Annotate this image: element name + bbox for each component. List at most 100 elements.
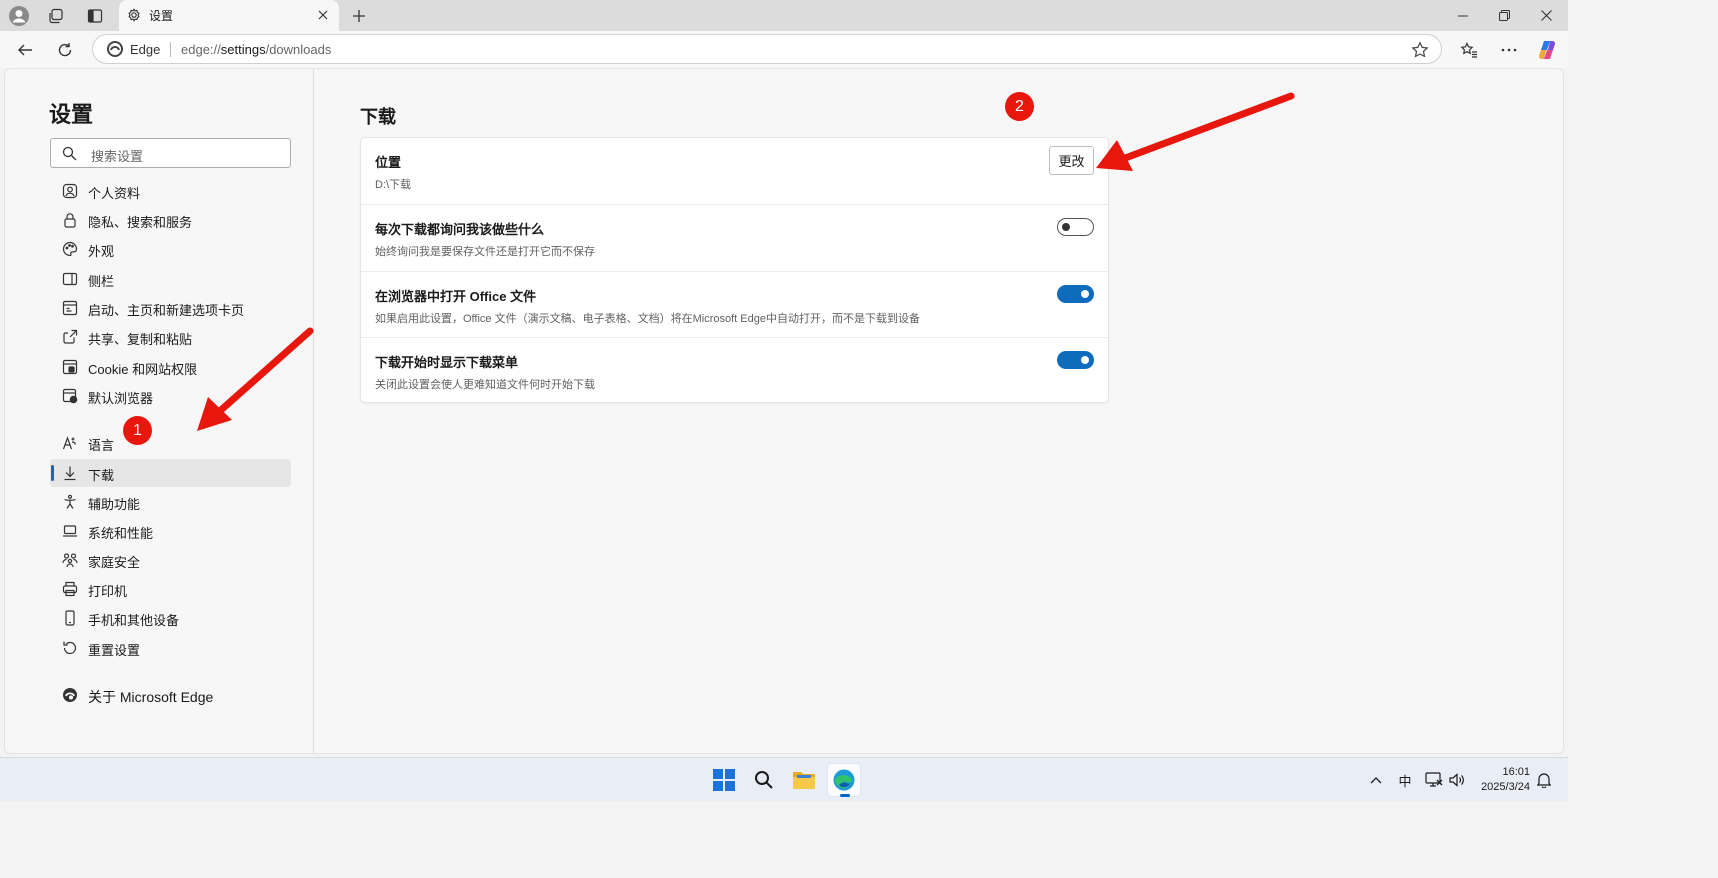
sidebar-item-share[interactable]: 共享、复制和粘贴 bbox=[50, 323, 291, 351]
address-separator bbox=[170, 42, 171, 57]
new-tab-button[interactable] bbox=[346, 3, 372, 29]
edge-logo-icon bbox=[62, 687, 78, 703]
sidebar-item-downloads[interactable]: 下载 bbox=[50, 459, 291, 487]
system-clock[interactable]: 16:01 2025/3/24 bbox=[1481, 765, 1530, 795]
sidebar-item-label: 共享、复制和粘贴 bbox=[88, 332, 193, 347]
show-downloads-menu-toggle[interactable] bbox=[1057, 351, 1094, 369]
gear-icon bbox=[127, 8, 141, 22]
tab-title: 设置 bbox=[149, 9, 174, 23]
start-menu-icon[interactable] bbox=[707, 763, 741, 797]
refresh-icon[interactable] bbox=[51, 36, 79, 64]
file-explorer-icon[interactable] bbox=[787, 763, 821, 797]
sidebar-item-profile[interactable]: 个人资料 bbox=[50, 177, 291, 205]
sidebar-item-label: Cookie 和网站权限 bbox=[88, 362, 198, 377]
sidebar-item-about[interactable]: 关于 Microsoft Edge bbox=[50, 681, 291, 709]
reset-icon bbox=[62, 640, 78, 656]
site-identity-label: Edge bbox=[130, 42, 161, 57]
setting-description: 关闭此设置会使人更难知道文件何时开始下载 bbox=[375, 379, 595, 391]
clock-time: 16:01 bbox=[1502, 766, 1530, 778]
sidebar-item-label: 辅助功能 bbox=[88, 497, 141, 512]
sidebar-item-printers[interactable]: 打印机 bbox=[50, 575, 291, 603]
accessibility-icon bbox=[62, 494, 78, 510]
sidebar-item-phone[interactable]: 手机和其他设备 bbox=[50, 604, 291, 632]
settings-page: 设置 搜索设置 个人资料 隐私、搜索和服务 外观 侧栏 启动、主页和新建选项卡页 bbox=[4, 68, 1564, 754]
share-icon bbox=[62, 329, 78, 345]
sidebar-title: 设置 bbox=[49, 102, 94, 127]
sidebar-item-privacy[interactable]: 隐私、搜索和服务 bbox=[50, 206, 291, 234]
notification-bell-icon[interactable] bbox=[1534, 770, 1554, 790]
tray-overflow-chevron-icon[interactable] bbox=[1366, 770, 1386, 790]
open-office-files-toggle[interactable] bbox=[1057, 285, 1094, 303]
copilot-icon[interactable] bbox=[1533, 36, 1561, 64]
tab-settings[interactable]: 设置 bbox=[119, 0, 339, 31]
setting-title: 在浏览器中打开 Office 文件 bbox=[375, 289, 537, 304]
sidebar-item-label: 重置设置 bbox=[88, 643, 141, 658]
laptop-icon bbox=[62, 523, 78, 539]
sidebar-item-accessibility[interactable]: 辅助功能 bbox=[50, 488, 291, 516]
url-path: /downloads bbox=[265, 42, 332, 57]
favorites-icon[interactable] bbox=[1455, 36, 1483, 64]
windows-taskbar: 中 16:01 2025/3/24 bbox=[0, 757, 1568, 801]
close-tab-icon[interactable] bbox=[315, 7, 331, 23]
setting-title: 下载开始时显示下载菜单 bbox=[375, 355, 519, 370]
workspaces-icon[interactable] bbox=[43, 3, 69, 29]
sidebar-item-label: 默认浏览器 bbox=[88, 391, 154, 406]
url-text[interactable]: edge://settings/downloads bbox=[181, 42, 331, 57]
change-location-button[interactable]: 更改 bbox=[1049, 146, 1094, 175]
home-tab-icon bbox=[62, 300, 78, 316]
sidebar-icon bbox=[62, 271, 78, 287]
restore-button[interactable] bbox=[1482, 0, 1526, 31]
sidebar-item-label: 打印机 bbox=[88, 584, 128, 599]
vertical-tabs-icon[interactable] bbox=[82, 3, 108, 29]
network-icon[interactable] bbox=[1424, 770, 1444, 790]
search-settings-input[interactable]: 搜索设置 bbox=[50, 138, 291, 168]
volume-icon[interactable] bbox=[1447, 770, 1467, 790]
printer-icon bbox=[62, 581, 78, 597]
search-taskbar-icon[interactable] bbox=[747, 763, 781, 797]
lock-icon bbox=[62, 212, 78, 228]
sidebar-item-label: 家庭安全 bbox=[88, 555, 141, 570]
url-scheme: edge:// bbox=[181, 42, 221, 57]
edge-taskbar-icon[interactable] bbox=[827, 763, 861, 797]
ask-each-download-toggle[interactable] bbox=[1057, 218, 1094, 236]
setting-row-location: 位置 D:\下载 更改 bbox=[361, 138, 1108, 204]
settings-sidebar: 设置 搜索设置 个人资料 隐私、搜索和服务 外观 侧栏 启动、主页和新建选项卡页 bbox=[5, 69, 314, 753]
sidebar-item-label: 隐私、搜索和服务 bbox=[88, 215, 193, 230]
sidebar-item-label: 下载 bbox=[88, 468, 115, 483]
back-icon[interactable] bbox=[11, 36, 39, 64]
sidebar-item-label: 侧栏 bbox=[88, 274, 115, 289]
annotation-badge-1: 1 bbox=[123, 416, 152, 445]
more-menu-icon[interactable] bbox=[1495, 36, 1523, 64]
family-icon bbox=[62, 552, 78, 568]
sidebar-item-label: 关于 Microsoft Edge bbox=[88, 689, 214, 705]
edge-logo-icon bbox=[107, 41, 123, 57]
sidebar-item-cookies[interactable]: Cookie 和网站权限 bbox=[50, 353, 291, 381]
download-location-value: D:\下载 bbox=[375, 179, 412, 191]
profile-avatar-icon[interactable] bbox=[6, 3, 32, 29]
sidebar-item-family[interactable]: 家庭安全 bbox=[50, 546, 291, 574]
sidebar-item-reset[interactable]: 重置设置 bbox=[50, 634, 291, 662]
close-window-button[interactable] bbox=[1524, 0, 1568, 31]
search-icon bbox=[62, 146, 77, 161]
sidebar-item-default-browser[interactable]: 默认浏览器 bbox=[50, 382, 291, 410]
favorite-star-icon[interactable] bbox=[1411, 41, 1429, 59]
sidebar-item-label: 语言 bbox=[88, 438, 115, 453]
ime-indicator[interactable]: 中 bbox=[1395, 770, 1415, 790]
sidebar-item-appearance[interactable]: 外观 bbox=[50, 235, 291, 263]
profile-icon bbox=[62, 183, 78, 199]
sidebar-item-label: 手机和其他设备 bbox=[88, 613, 180, 628]
sidebar-item-sidebar[interactable]: 侧栏 bbox=[50, 265, 291, 293]
browser-icon bbox=[62, 388, 78, 404]
sidebar-item-startup[interactable]: 启动、主页和新建选项卡页 bbox=[50, 294, 291, 322]
address-bar[interactable]: Edge edge://settings/downloads bbox=[92, 34, 1442, 64]
sidebar-item-system[interactable]: 系统和性能 bbox=[50, 517, 291, 545]
cookie-icon bbox=[62, 359, 78, 375]
tab-strip: 设置 bbox=[0, 0, 1568, 31]
sidebar-item-language[interactable]: 语言 bbox=[50, 429, 291, 457]
annotation-badge-2: 2 bbox=[1005, 92, 1034, 121]
palette-icon bbox=[62, 241, 78, 257]
minimize-button[interactable] bbox=[1441, 0, 1485, 31]
language-icon bbox=[62, 435, 78, 451]
downloads-settings-card: 位置 D:\下载 更改 每次下载都询问我该做些什么 始终询问我是要保存文件还是打… bbox=[360, 137, 1109, 403]
clock-date: 2025/3/24 bbox=[1481, 781, 1530, 793]
